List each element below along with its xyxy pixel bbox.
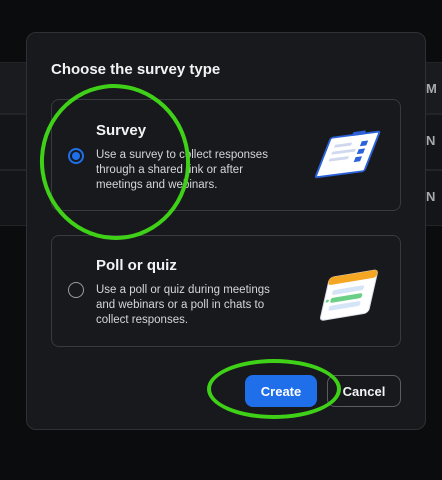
background-row-mark: N [426, 189, 436, 204]
option-survey[interactable]: Survey Use a survey to collect responses… [51, 99, 401, 211]
background-row-mark: N [426, 133, 436, 148]
option-description: Use a poll or quiz during meetings and w… [96, 284, 270, 326]
option-title: Survey [96, 122, 147, 139]
poll-card-icon [320, 269, 378, 321]
poll-radio[interactable] [68, 282, 84, 298]
survey-radio[interactable] [68, 148, 84, 164]
cancel-button[interactable]: Cancel [327, 375, 401, 407]
option-description: Use a survey to collect responses throug… [96, 149, 268, 191]
background-row-mark: M [426, 81, 437, 96]
survey-form-icon [314, 130, 381, 179]
option-poll-or-quiz[interactable]: Poll or quiz Use a poll or quiz during m… [51, 235, 401, 347]
option-title: Poll or quiz [96, 257, 177, 274]
create-button[interactable]: Create [245, 375, 317, 407]
dialog-title: Choose the survey type [51, 61, 221, 78]
survey-type-dialog: Choose the survey type Survey Use a surv… [26, 32, 426, 430]
